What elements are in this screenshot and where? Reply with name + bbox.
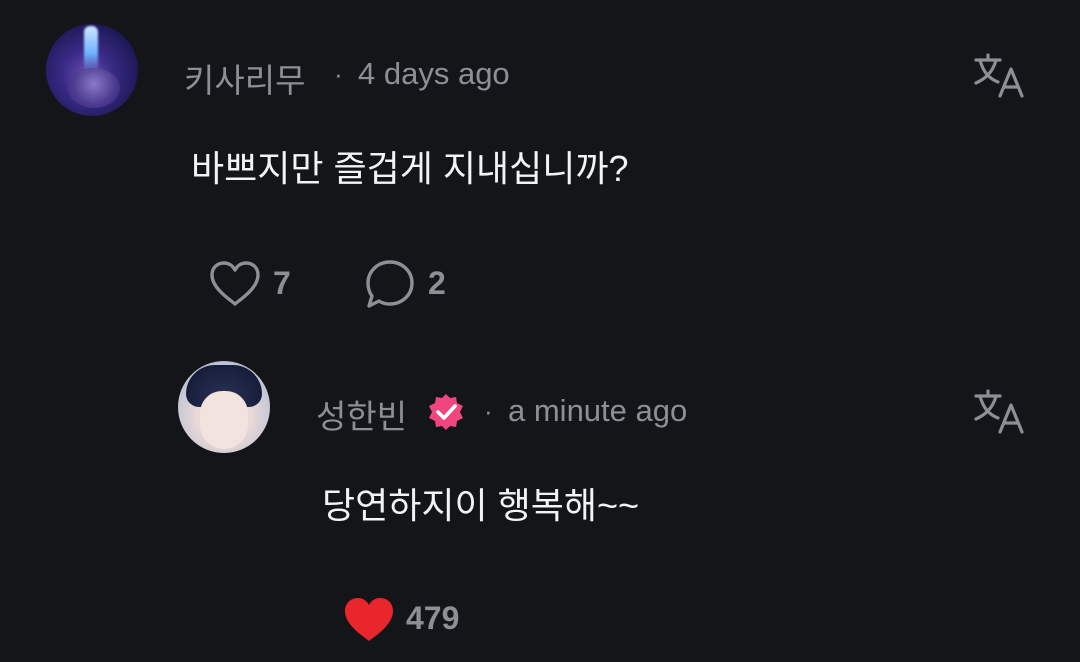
- comment-username[interactable]: 키사리무: [184, 54, 305, 102]
- avatar-image-detail: [84, 26, 98, 72]
- reply-count: 2: [428, 265, 446, 301]
- replier-avatar[interactable]: [178, 361, 270, 453]
- commenter-avatar[interactable]: [46, 24, 138, 116]
- meta-separator: ·: [484, 396, 493, 426]
- reply-text: 당연하지이 행복해~~: [322, 485, 640, 526]
- reply-like-count: 479: [406, 600, 460, 636]
- reply-username[interactable]: 성한빈: [316, 390, 407, 438]
- like-heart-icon[interactable]: [208, 260, 262, 308]
- translate-icon[interactable]: [972, 388, 1026, 434]
- comment-timestamp: 4 days ago: [358, 56, 510, 91]
- like-count: 7: [273, 265, 291, 301]
- comment-text: 바쁘지만 즐겁게 지내십니까?: [191, 148, 629, 189]
- reply-timestamp: a minute ago: [508, 393, 688, 428]
- avatar-image-detail: [68, 68, 120, 108]
- reply-bubble-icon[interactable]: [364, 258, 416, 310]
- avatar-image-detail: [200, 391, 248, 449]
- meta-separator: ·: [334, 59, 343, 89]
- verified-badge-icon: [429, 394, 463, 430]
- translate-icon[interactable]: [972, 52, 1026, 98]
- comment-thread: 키사리무 · 4 days ago 바쁘지만 즐겁게 지내십니까? 7 2 성한…: [0, 0, 1080, 662]
- liked-heart-icon[interactable]: [342, 596, 396, 644]
